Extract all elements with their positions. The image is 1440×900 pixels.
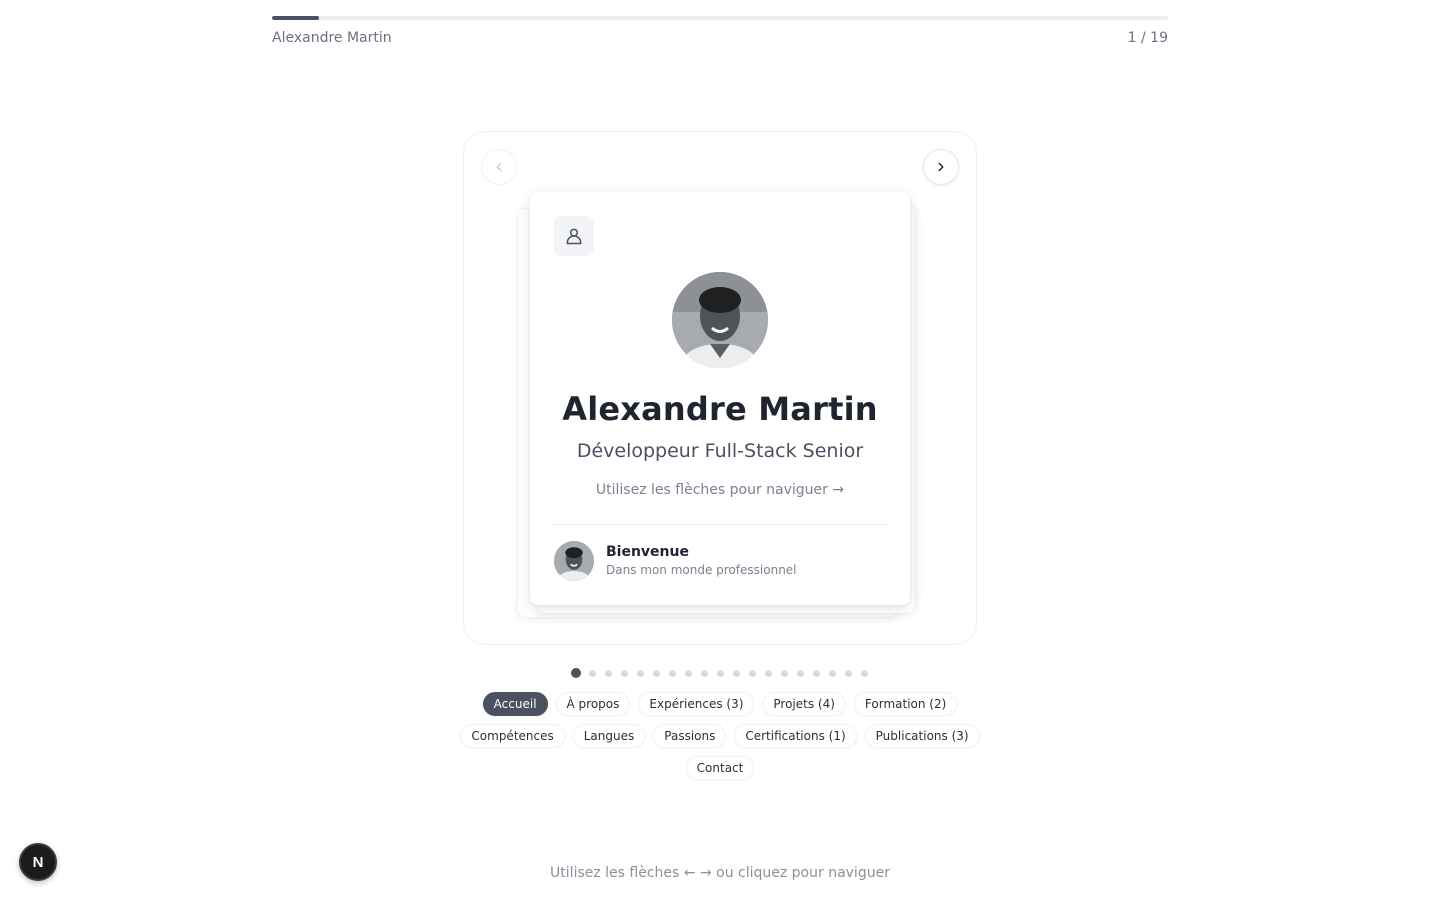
slide-dot[interactable] [796, 669, 804, 677]
slide-dot[interactable] [636, 669, 644, 677]
section-chip[interactable]: Contact [685, 756, 755, 780]
section-chip[interactable]: Formation (2) [853, 692, 958, 716]
section-chips: Accueil À propos Expériences (3) Projets (4… [0, 692, 1440, 788]
slide-dot[interactable] [828, 669, 836, 677]
section-chip[interactable]: À propos [555, 692, 631, 716]
section-chip[interactable]: Certifications (1) [734, 724, 857, 748]
keyboard-hint: Utilisez les flèches ← → ou cliquez pour… [550, 865, 890, 881]
slide-dot[interactable] [812, 669, 820, 677]
card-footer-title: Bienvenue [606, 544, 689, 560]
slide-dot[interactable] [844, 669, 852, 677]
section-chip[interactable]: Accueil [482, 692, 548, 716]
slide-dot[interactable] [860, 669, 868, 677]
profile-card[interactable]: Alexandre Martin Développeur Full-Stack … [530, 192, 910, 605]
section-chip[interactable]: Expériences (3) [638, 692, 755, 716]
chip-row: Accueil À propos Expériences (3) Projets (4… [0, 692, 1440, 716]
slide-dot[interactable] [668, 669, 676, 677]
dev-badge-label: N [32, 853, 44, 871]
section-chip[interactable]: Langues [572, 724, 646, 748]
owner-name: Alexandre Martin [272, 30, 392, 46]
slide-dot[interactable] [652, 669, 660, 677]
chevron-right-icon [938, 162, 944, 172]
section-chip[interactable]: Passions [653, 724, 727, 748]
navigation-hint: Utilisez les flèches pour naviguer → [595, 482, 845, 498]
slide-dot[interactable] [732, 669, 740, 677]
user-icon [566, 228, 582, 245]
page-counter: 1 / 19 [1127, 30, 1168, 46]
slide-dot[interactable] [620, 669, 628, 677]
slide-dot[interactable] [684, 669, 692, 677]
next-button[interactable] [923, 149, 959, 185]
card-footer-subtitle: Dans mon monde professionnel [606, 563, 797, 577]
chip-row: Compétences Langues Passions Certifications… [0, 724, 1440, 748]
dev-tools-badge[interactable]: N [19, 843, 57, 881]
card-icon-box [554, 216, 594, 256]
slide-dot[interactable] [604, 669, 612, 677]
avatar [672, 272, 768, 368]
slide-dot[interactable] [571, 668, 581, 678]
card-divider [554, 524, 886, 525]
chevron-left-icon [496, 162, 502, 172]
progress-bar [272, 16, 1168, 20]
chip-row: Contact [0, 756, 1440, 780]
slide-stage: Alexandre Martin Développeur Full-Stack … [463, 131, 977, 645]
slide-dot[interactable] [716, 669, 724, 677]
slide-dot[interactable] [764, 669, 772, 677]
slide-dot[interactable] [748, 669, 756, 677]
section-chip[interactable]: Compétences [460, 724, 565, 748]
previous-button[interactable] [481, 149, 517, 185]
slide-dot[interactable] [780, 669, 788, 677]
slide-dot[interactable] [700, 669, 708, 677]
profile-name: Alexandre Martin [562, 390, 878, 428]
avatar-small [554, 541, 594, 581]
section-chip[interactable]: Publications (3) [864, 724, 980, 748]
slide-dot[interactable] [588, 669, 596, 677]
progress-fill [272, 16, 320, 20]
section-chip[interactable]: Projets (4) [762, 692, 846, 716]
slide-dots [0, 668, 1440, 678]
progress-header: Alexandre Martin 1 / 19 [272, 16, 1168, 46]
profile-title: Développeur Full-Stack Senior [576, 440, 864, 462]
